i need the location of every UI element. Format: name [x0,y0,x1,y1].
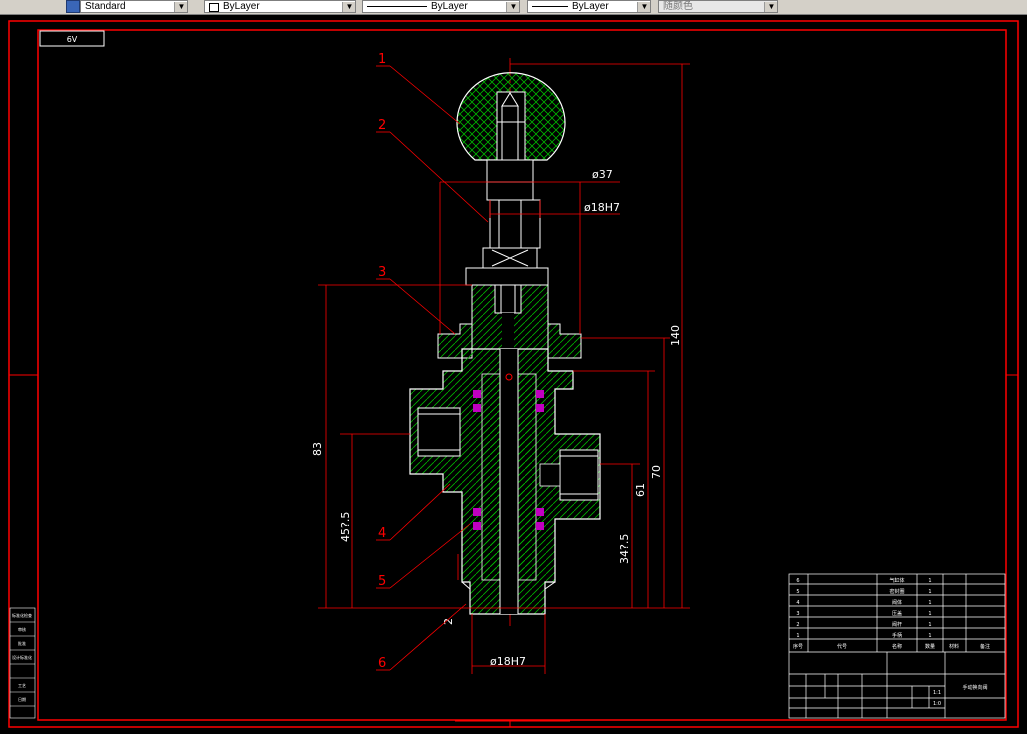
bom-no-4: 4 [796,600,799,606]
bom-name-4: 阀体 [892,599,902,606]
dim-45: 45?.5 [339,512,352,542]
dim-70: 70 [650,465,663,479]
part-label-1: 1 [378,52,386,67]
part-label-4: 4 [378,526,386,541]
bom-name-3: 压盖 [892,610,902,617]
textstyle-value: Standard [85,1,126,12]
part-label-2: 2 [378,118,386,133]
bom-header-qty: 数量 [925,643,935,650]
dim-83: 83 [311,442,324,456]
title-tag: 6V [67,35,78,44]
chevron-down-icon: ▼ [174,2,187,12]
handle-knob [456,72,566,161]
part-label-5: 5 [378,574,386,589]
dim-34: 34?.5 [618,534,631,564]
dim-140: 140 [669,325,682,346]
linetype-sample [367,6,427,7]
stamp-2: 审核 [18,626,26,632]
layer-swatch-icon [209,3,219,12]
dim-d18-bottom: ø18H7 [490,655,526,668]
bom-qty-2: 1 [928,622,931,628]
bom-header-note: 备注 [980,643,990,650]
bom-qty-6: 1 [928,578,931,584]
part-label-6: 6 [378,656,386,671]
bom-header-name: 名称 [892,643,902,650]
title-block-scale: 1:1 [933,690,941,696]
bom-qty-3: 1 [928,611,931,617]
bom-no-3: 3 [796,611,799,617]
lineweight-dropdown[interactable]: ByLayer ▼ [527,0,651,13]
bom-no-5: 5 [796,589,799,595]
bom-no-6: 6 [796,578,799,584]
valve-stem [465,159,549,286]
textstyle-dropdown[interactable]: Standard ▼ [80,0,188,13]
title-block-sheet: 1:0 [933,701,941,707]
bom-header-code: 代号 [837,643,847,650]
bom-qty-1: 1 [928,633,931,639]
lineweight-value: ByLayer [572,1,609,12]
bom-name-2: 阀杆 [892,621,902,628]
chevron-down-icon: ▼ [342,2,355,12]
layer-dropdown[interactable]: ByLayer ▼ [204,0,356,13]
dim-d37: ø37 [592,168,613,181]
left-stamps: 标准化检查 审核 批准 设计标准化 工艺 日期 [9,607,36,719]
chevron-down-icon: ▼ [637,2,650,12]
bom-header-no: 序号 [793,643,803,650]
drawing-canvas[interactable]: 6V 标准化检查 审核 批准 设计标准化 工艺 日期 ø37 ø18H7 ø18… [0,14,1027,734]
stamp-5: 工艺 [18,683,26,688]
plotstyle-value: 随颜色 [663,1,693,12]
stamp-3: 批准 [18,640,26,646]
plotstyle-dropdown[interactable]: 随颜色 ▼ [658,0,778,13]
part-label-3: 3 [378,265,386,280]
lineweight-sample [532,6,568,7]
title-block-name: 手动换向阀 [962,684,987,691]
linetype-dropdown[interactable]: ByLayer ▼ [362,0,520,13]
dim-61: 61 [634,483,647,497]
textstyle-icon [66,0,80,13]
bom-no-1: 1 [796,633,799,639]
stamp-1: 标准化检查 [12,612,32,618]
valve-body-main [409,348,601,615]
bom-name-5: 密封圈 [889,588,904,595]
linetype-value: ByLayer [431,1,468,12]
properties-toolbar: Standard ▼ ByLayer ▼ ByLayer ▼ ByLayer ▼… [0,0,1027,15]
stamp-4: 设计标准化 [12,654,32,660]
bom-name-1: 手柄 [892,632,902,639]
bom-qty-5: 1 [928,589,931,595]
bom-header-mat: 材料 [949,643,959,650]
layer-value: ByLayer [223,1,260,12]
stamp-6: 日期 [18,696,26,702]
bom-name-6: 气缸体 [889,577,904,584]
chevron-down-icon: ▼ [764,2,777,12]
part-labels: 1 2 3 4 5 6 [378,52,386,671]
bom-texts: 6 气缸体 1 5 密封圈 1 4 阀体 1 3 压盖 1 2 阀杆 1 1 手… [793,577,990,707]
bom-qty-4: 1 [928,600,931,606]
chevron-down-icon: ▼ [506,2,519,12]
dim-d18-top: ø18H7 [584,201,620,214]
bom-no-2: 2 [796,622,799,628]
